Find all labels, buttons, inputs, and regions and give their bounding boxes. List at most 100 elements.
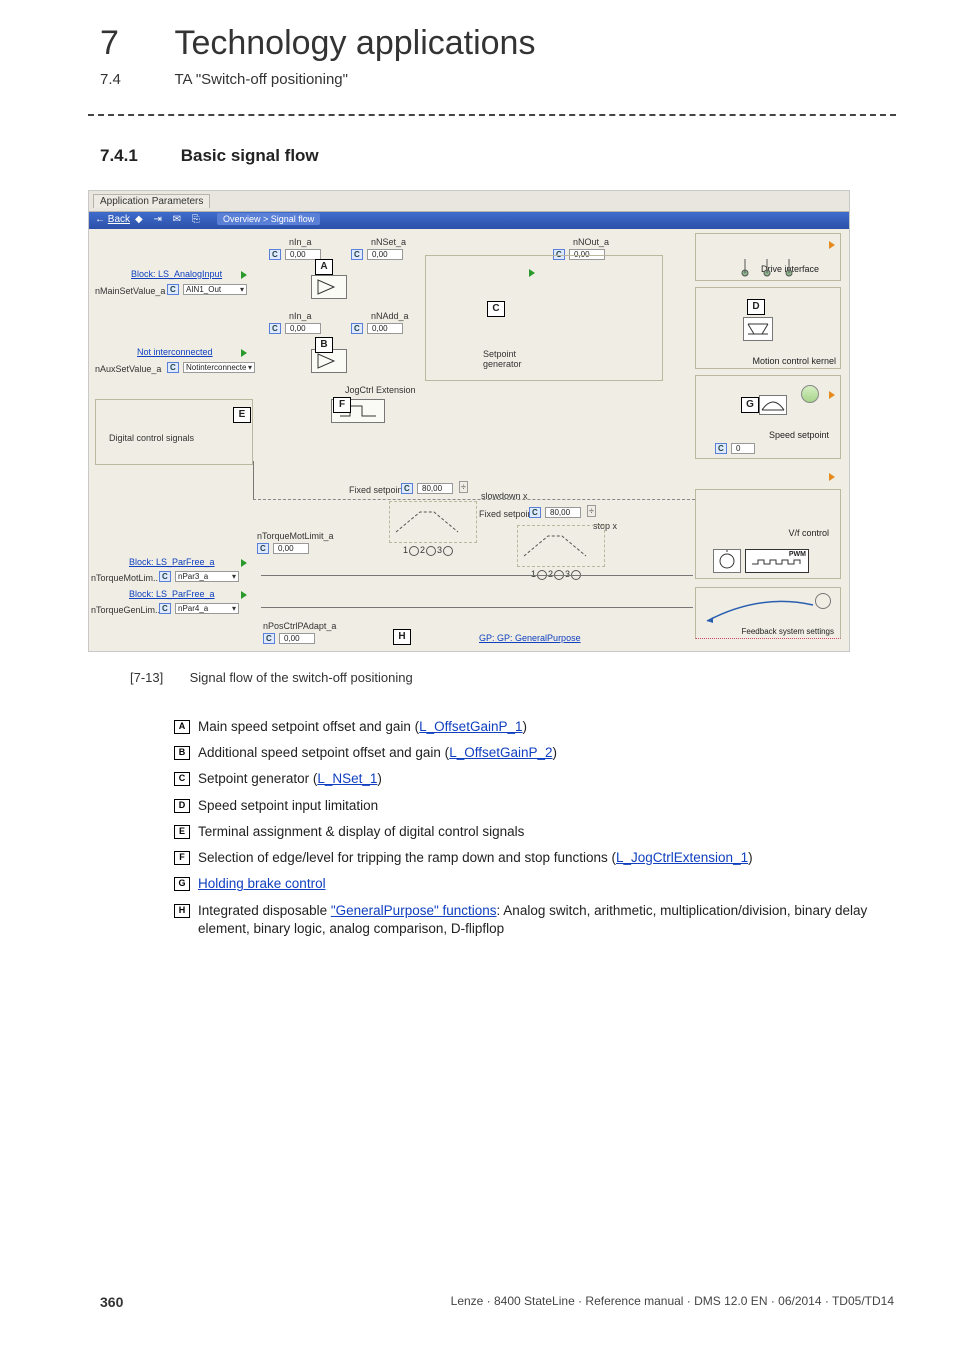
subsection-heading: 7.4.1 Basic signal flow (100, 146, 319, 166)
legend-box-B: B (174, 746, 190, 760)
value-nadd-a[interactable]: 0,00 (367, 323, 403, 334)
label-vf: V/f control (785, 528, 832, 538)
label-nin-a: nIn_a (289, 237, 312, 247)
legend-row-C: C Setpoint generator (L_NSet_1) (174, 770, 894, 788)
arrow-icon (241, 591, 247, 599)
legend-box-D: D (174, 799, 190, 813)
amplifier-icon (312, 276, 346, 298)
c-chip[interactable]: C (159, 571, 171, 582)
marker-E: E (233, 407, 251, 423)
connector (261, 575, 693, 576)
c-chip[interactable]: C (167, 362, 179, 373)
dropdown-ain1[interactable]: AIN1_Out (183, 284, 247, 295)
link-jogctrlextension-1[interactable]: L_JogCtrlExtension_1 (616, 850, 748, 865)
c-chip[interactable]: C (351, 323, 363, 334)
dropdown-aux[interactable]: Notinterconnecte (183, 362, 255, 373)
c-chip[interactable]: C (257, 543, 269, 554)
motor-icon (713, 549, 741, 573)
label-fixed-sp-1: Fixed setpoin.. (349, 485, 408, 495)
value-nposctrl[interactable]: 0,00 (279, 633, 315, 644)
link-offsetgainp-1[interactable]: L_OffsetGainP_1 (419, 719, 522, 734)
label-feedback: Feedback system settings (742, 627, 834, 636)
legend-row-F: F Selection of edge/level for tripping t… (174, 849, 894, 867)
value-nnset-a[interactable]: 0,00 (367, 249, 403, 260)
connector (253, 461, 254, 499)
c-chip[interactable]: C (715, 443, 727, 454)
marker-D: D (747, 299, 765, 315)
limit-icon (743, 317, 773, 341)
pane-setpoint-generator[interactable] (425, 255, 663, 381)
label-ntorquegen: nTorqueGenLim.. (91, 605, 160, 615)
label-nposctrl: nPosCtrlPAdapt_a (263, 621, 336, 631)
diagram-canvas: Block: LS_AnalogInput nMainSetValue_a C … (89, 229, 849, 651)
label-mck: Motion control kernel (752, 356, 836, 366)
value-fixed-sp-2[interactable]: 80,00 (545, 507, 581, 518)
c-chip[interactable]: C (159, 603, 171, 614)
subsection-number: 7.4.1 (100, 146, 176, 166)
feedback-curve-icon (705, 599, 815, 625)
toolbar-icons[interactable]: ◆ ⇥ ✉ ⎘ (135, 214, 204, 225)
block-offset-gain-a[interactable] (311, 275, 347, 299)
arrow-icon (829, 473, 835, 481)
chapter-title: Technology applications (174, 24, 535, 63)
value-ntorquemotlimit[interactable]: 0,00 (273, 543, 309, 554)
ramp-icon (518, 526, 604, 566)
legend-row-B: B Additional speed setpoint offset and g… (174, 744, 894, 762)
page-header: 7 Technology applications 7.4 TA "Switch… (100, 24, 894, 89)
legend-row-D: D Speed setpoint input limitation (174, 797, 894, 815)
c-chip[interactable]: C (269, 323, 281, 334)
spinner-icon[interactable]: ÷ (587, 505, 596, 517)
label-digital-control: Digital control signals (109, 433, 194, 443)
link-general-purpose[interactable]: GP: GP: GeneralPurpose (479, 633, 581, 643)
status-led-icon (801, 385, 819, 403)
label-slowdown: slowdown x (481, 491, 528, 501)
block-analoginput-link[interactable]: Block: LS_AnalogInput (131, 269, 222, 279)
radio-row-1[interactable]: 123 (403, 545, 454, 556)
value-speed-sp[interactable]: 0 (731, 443, 755, 454)
connector (261, 607, 693, 608)
link-holding-brake[interactable]: Holding brake control (198, 876, 326, 891)
page-number: 360 (100, 1294, 123, 1310)
link-offsetgainp-2[interactable]: L_OffsetGainP_2 (449, 745, 552, 760)
c-chip[interactable]: C (351, 249, 363, 260)
block-parfree-link-1[interactable]: Block: LS_ParFree_a (129, 557, 215, 567)
c-chip[interactable]: C (167, 284, 179, 295)
section-title: TA "Switch-off positioning" (174, 71, 348, 88)
spinner-icon[interactable]: ÷ (459, 481, 468, 493)
marker-F: F (333, 397, 351, 413)
tab-application-parameters[interactable]: Application Parameters (93, 194, 210, 208)
legend-box-G: G (174, 877, 190, 891)
switch-icon (737, 253, 797, 282)
link-general-purpose-functions[interactable]: "GeneralPurpose" functions (331, 903, 497, 918)
arrow-icon (241, 271, 247, 279)
footer-source: Lenze · 8400 StateLine · Reference manua… (451, 1294, 894, 1308)
back-button[interactable]: ← Back (95, 214, 130, 225)
block-parfree-link-2[interactable]: Block: LS_ParFree_a (129, 589, 215, 599)
arrow-icon (829, 391, 835, 399)
value-fixed-sp-1[interactable]: 80,00 (417, 483, 453, 494)
not-interconnected-link[interactable]: Not interconnected (137, 347, 213, 357)
label-nadd-a: nNAdd_a (371, 311, 409, 321)
c-chip[interactable]: C (529, 507, 541, 518)
breadcrumb: Overview > Signal flow (217, 213, 320, 225)
c-chip[interactable]: C (269, 249, 281, 260)
dropdown-npar4[interactable]: nPar4_a (175, 603, 239, 614)
ramp-box-1 (389, 501, 477, 543)
label-main-setvalue: nMainSetValue_a (95, 286, 165, 296)
label-setpoint-generator: Setpoint generator (483, 349, 522, 369)
amplifier-icon (312, 350, 346, 372)
c-chip[interactable]: C (263, 633, 275, 644)
legend: A Main speed setpoint offset and gain (L… (174, 718, 894, 946)
dropdown-npar3[interactable]: nPar3_a (175, 571, 239, 582)
label-speed-sp: Speed setpoint (766, 430, 832, 440)
dashed-connector (253, 499, 695, 500)
legend-row-A: A Main speed setpoint offset and gain (L… (174, 718, 894, 736)
chapter-number: 7 (100, 24, 170, 63)
link-nset-1[interactable]: L_NSet_1 (317, 771, 377, 786)
marker-A: A (315, 259, 333, 275)
marker-H: H (393, 629, 411, 645)
label-nnout-a: nNOut_a (573, 237, 609, 247)
arrow-icon (241, 559, 247, 567)
value-nin-a-2[interactable]: 0,00 (285, 323, 321, 334)
c-chip[interactable]: C (401, 483, 413, 494)
